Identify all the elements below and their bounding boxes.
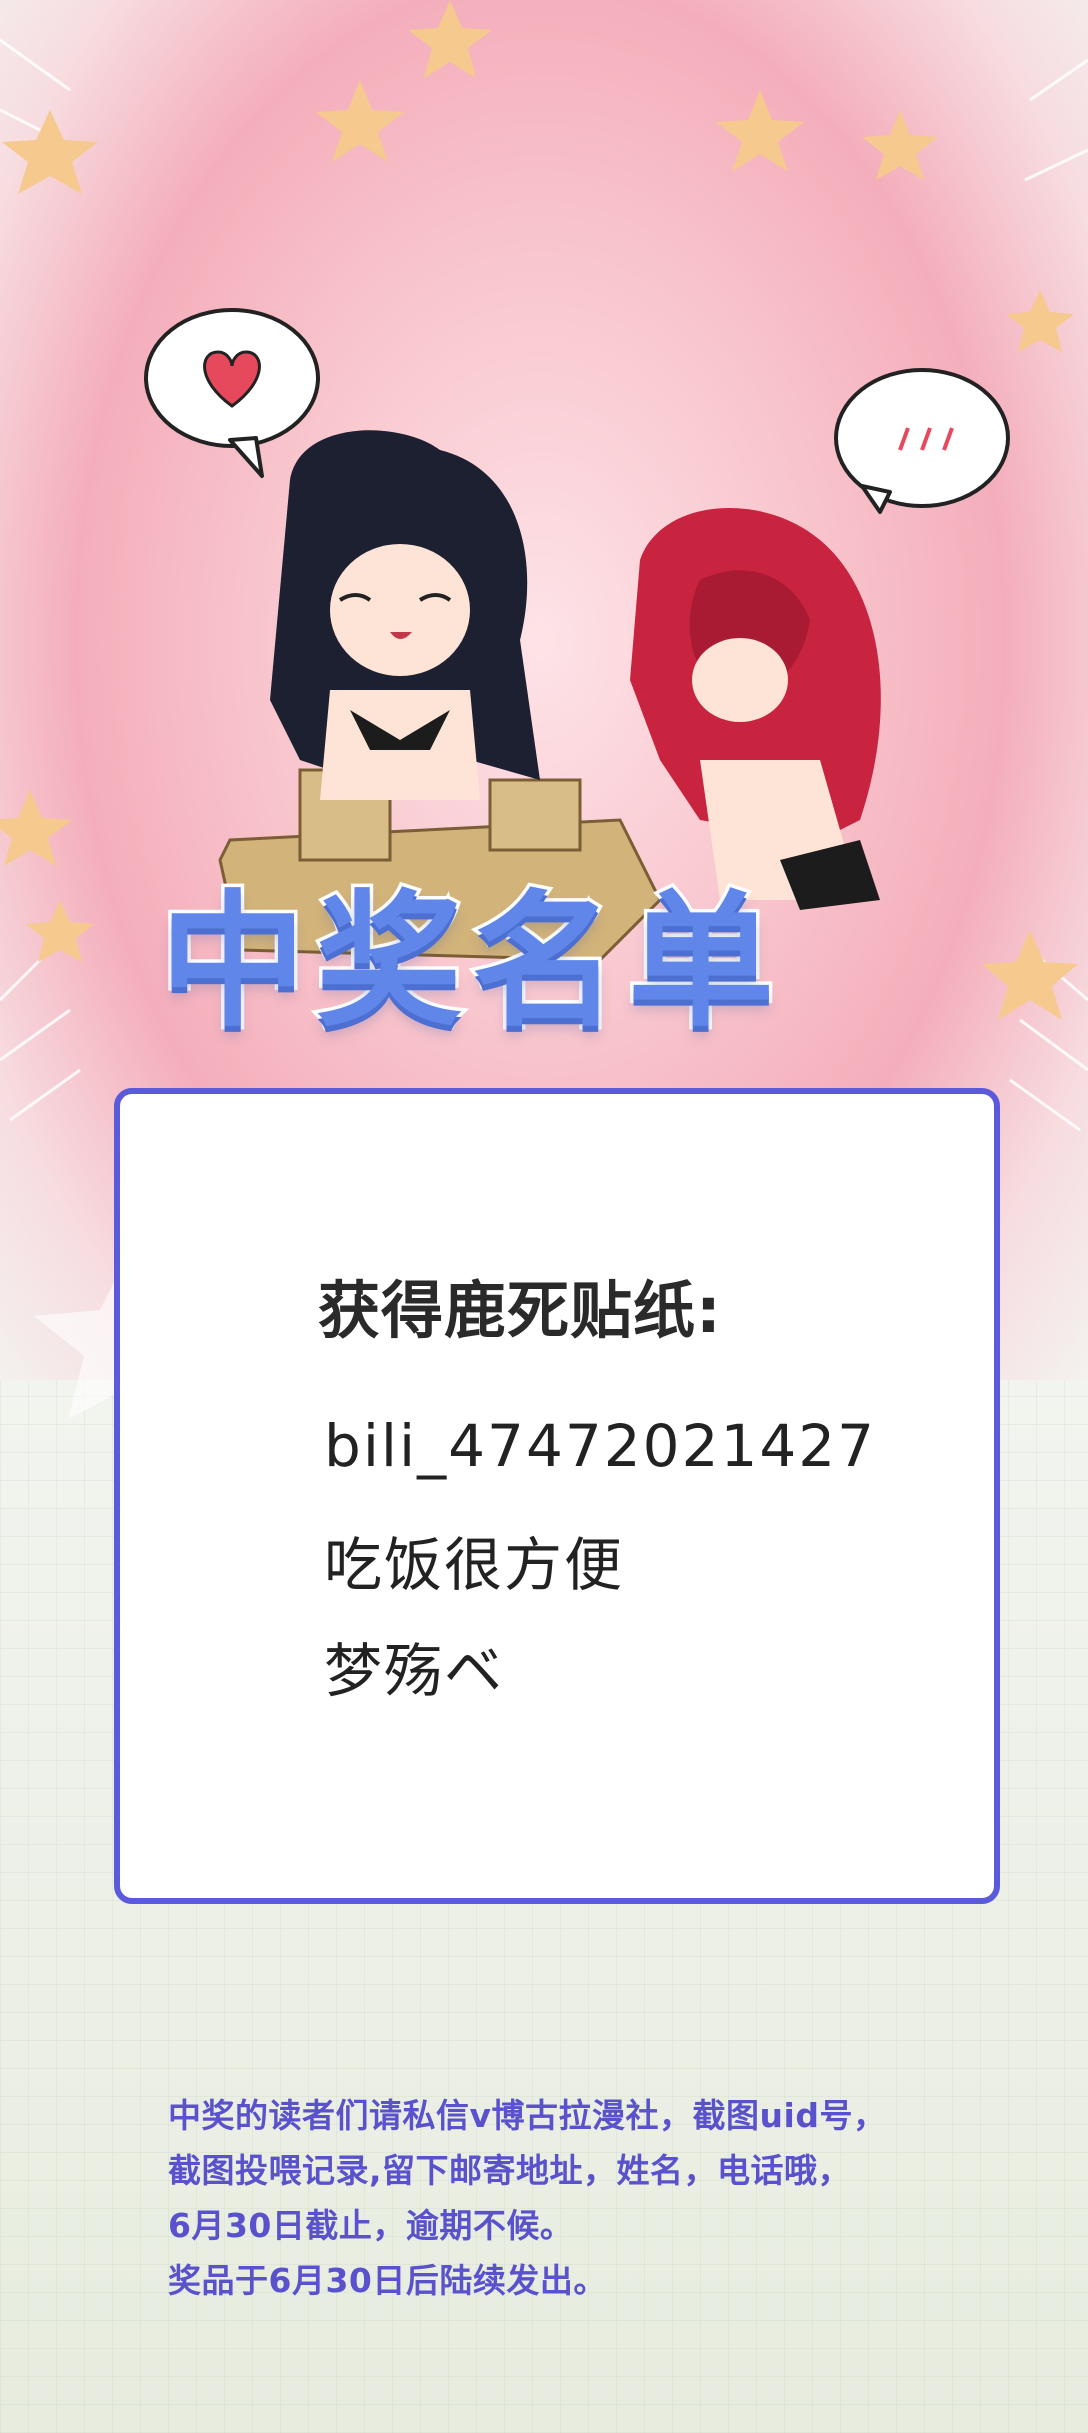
claim-instructions: 中奖的读者们请私信v博古拉漫社，截图uid号， 截图投喂记录,留下邮寄地址，姓名… <box>168 2088 988 2308</box>
winner-name: 吃饭很方便 <box>324 1531 625 1599</box>
speech-bubble <box>834 368 1010 514</box>
character-red-hair <box>630 507 881 910</box>
winner-name: 梦殇ベ <box>324 1637 505 1705</box>
notice-line: 中奖的读者们请私信v博古拉漫社，截图uid号， <box>168 2096 887 2135</box>
speech-bubble <box>144 308 320 478</box>
character-dark-hair <box>270 430 540 800</box>
page-title: 中奖名单 <box>157 877 784 1047</box>
winners-panel: 获得鹿死贴纸: bili_47472021427 吃饭很方便 梦殇ベ <box>114 1088 1000 1904</box>
notice-line: 6月30日截止，逾期不候。 <box>168 2206 574 2245</box>
winner-name: bili_47472021427 <box>324 1412 877 1480</box>
notice-line: 截图投喂记录,留下邮寄地址，姓名，电话哦， <box>168 2151 852 2190</box>
prize-heading: 获得鹿死贴纸: <box>318 1274 722 1347</box>
notice-line: 奖品于6月30日后陆续发出。 <box>168 2261 607 2300</box>
